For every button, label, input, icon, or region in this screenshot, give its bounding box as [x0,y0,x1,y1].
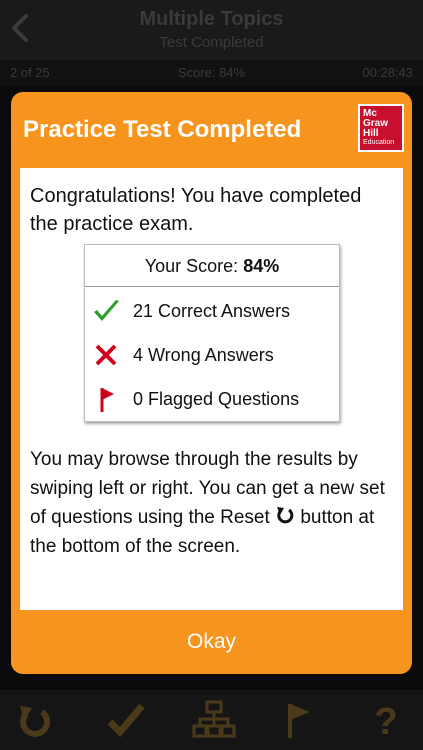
completion-dialog: Practice Test Completed Mc Graw Hill Edu… [11,92,412,674]
sitemap-icon [192,700,236,738]
flag-icon [288,704,310,738]
score-readout: Score: 84% [177,65,246,80]
check-answer-button[interactable] [104,700,148,740]
reset-icon [20,706,51,737]
score-summary: Your Score: 84% 21 Correct Answers 4 Wro… [84,244,340,422]
status-bar: 2 of 25 Score: 84% 00:28:43 [0,60,423,86]
app-header: Multiple Topics Test Completed [0,0,423,60]
reset-button[interactable] [12,700,56,740]
help-button[interactable]: ? [364,700,408,743]
score-header: Your Score: 84% [85,245,339,287]
app-subtitle: Test Completed [159,34,264,51]
result-row-flagged: 0 Flagged Questions [85,379,341,419]
correct-count: 21 Correct Answers [133,301,291,321]
congratulations-text: Congratulations! You have completed the … [30,185,362,235]
okay-button[interactable]: Okay [11,616,412,668]
app-title: Multiple Topics [139,8,284,30]
check-icon [91,297,121,325]
result-row-wrong: 4 Wrong Answers [85,335,341,375]
flagged-count: 0 Flagged Questions [133,389,300,409]
svg-text:?: ? [374,701,397,740]
logo-line: Education [363,139,395,146]
bottom-toolbar: ? [0,690,423,750]
dialog-body: Congratulations! You have completed the … [20,168,403,610]
score-label: Your Score: [144,256,239,276]
result-row-correct: 21 Correct Answers [85,291,341,331]
help-text: You may browse through the results by sw… [30,445,395,561]
score-value: 84% [243,256,280,276]
flag-icon [91,385,121,413]
mcgraw-hill-logo: Mc Graw Hill Education [358,104,404,152]
dialog-title: Practice Test Completed [23,116,302,143]
question-map-button[interactable] [192,700,236,740]
reset-icon [277,507,294,524]
wrong-count: 4 Wrong Answers [133,345,274,365]
logo-line: Hill [363,128,379,139]
flag-button[interactable] [278,700,322,740]
help-icon: ? [374,701,397,743]
check-icon [107,703,145,738]
timer-readout: 00:28:43 [362,65,413,80]
x-icon [91,341,121,369]
